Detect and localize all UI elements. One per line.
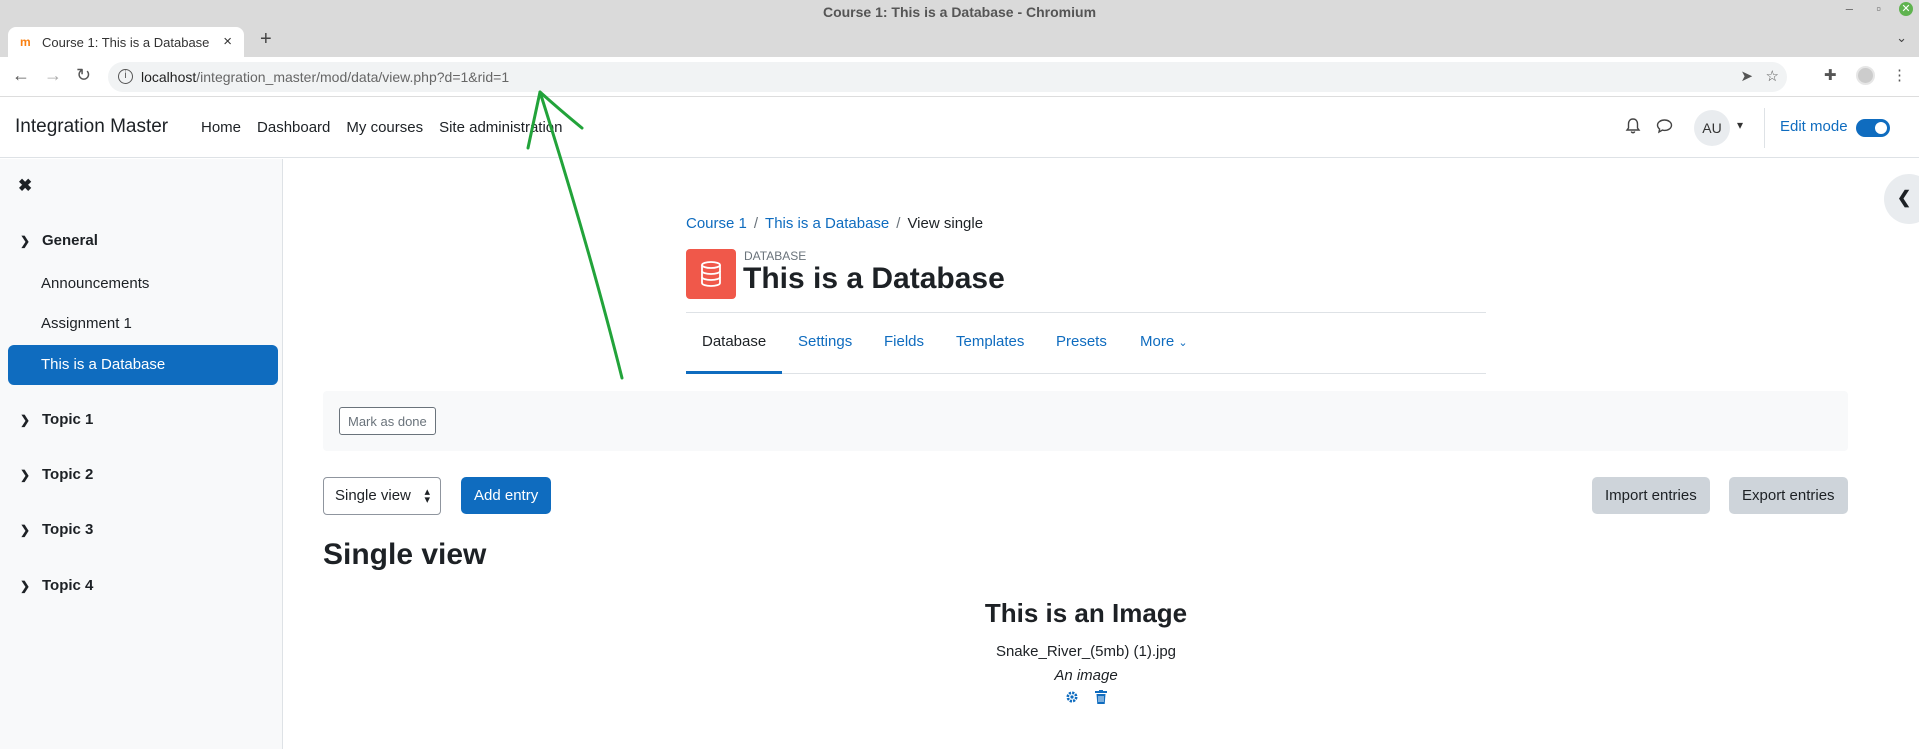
site-brand[interactable]: Integration Master bbox=[15, 116, 168, 138]
bookmark-star-icon[interactable]: ☆ bbox=[1766, 67, 1779, 85]
active-tab-indicator bbox=[686, 371, 782, 374]
tab-search-chevron-icon[interactable]: ⌄ bbox=[1896, 30, 1907, 46]
site-info-icon[interactable]: i bbox=[118, 69, 133, 84]
section-topic-2[interactable]: ❯ Topic 2 bbox=[20, 466, 93, 483]
chevron-down-icon[interactable]: ❯ bbox=[20, 579, 42, 593]
chevron-down-icon[interactable]: ❯ bbox=[20, 413, 42, 427]
section-topic-1[interactable]: ❯ Topic 1 bbox=[20, 411, 93, 428]
site-navbar: Integration Master Home Dashboard My cou… bbox=[0, 98, 1919, 158]
chevron-down-icon: ⌄ bbox=[1178, 337, 1188, 349]
nav-my-courses[interactable]: My courses bbox=[346, 119, 423, 136]
tab-presets[interactable]: Presets bbox=[1056, 333, 1107, 350]
reload-icon[interactable]: ↻ bbox=[76, 65, 91, 86]
restore-icon[interactable]: ▫ bbox=[1876, 1, 1881, 16]
forward-icon[interactable]: → bbox=[44, 65, 62, 86]
address-bar[interactable]: i localhost/integration_master/mod/data/… bbox=[108, 62, 1787, 92]
user-avatar[interactable]: AU bbox=[1694, 110, 1730, 146]
profile-icon[interactable] bbox=[1856, 66, 1875, 85]
sidebar-item-this-is-a-database[interactable]: This is a Database bbox=[8, 345, 278, 385]
send-tab-icon[interactable]: ➤ bbox=[1740, 67, 1753, 85]
page-title: This is a Database bbox=[743, 262, 1005, 295]
nav-dashboard[interactable]: Dashboard bbox=[257, 119, 330, 136]
section-heading: Single view bbox=[323, 538, 487, 571]
new-tab-icon[interactable]: + bbox=[260, 28, 272, 51]
tab-database[interactable]: Database bbox=[702, 333, 766, 350]
extensions-icon[interactable]: ✚ bbox=[1824, 66, 1837, 84]
section-topic-4[interactable]: ❯ Topic 4 bbox=[20, 577, 93, 594]
breadcrumb: Course 1 / This is a Database / View single bbox=[686, 215, 983, 232]
user-menu-chevron-down-icon[interactable]: ▾ bbox=[1737, 118, 1743, 132]
breadcrumb-separator: / bbox=[753, 215, 759, 232]
section-general[interactable]: ❯ General bbox=[20, 232, 98, 249]
close-window-icon[interactable]: ✕ bbox=[1899, 2, 1913, 16]
add-entry-button[interactable]: Add entry bbox=[461, 477, 552, 514]
messages-icon[interactable] bbox=[1656, 118, 1673, 139]
section-topic-3[interactable]: ❯ Topic 3 bbox=[20, 521, 93, 538]
tab-templates[interactable]: Templates bbox=[956, 333, 1024, 350]
navbar-divider bbox=[1764, 108, 1765, 148]
edit-mode-label: Edit mode bbox=[1780, 118, 1848, 135]
edit-mode-toggle[interactable] bbox=[1856, 119, 1890, 137]
tab-more[interactable]: More ⌄ bbox=[1140, 333, 1188, 350]
back-icon[interactable]: ← bbox=[12, 65, 30, 86]
minimize-icon[interactable]: – bbox=[1846, 1, 1853, 16]
url-text[interactable]: localhost/integration_master/mod/data/vi… bbox=[141, 69, 509, 85]
window-title: Course 1: This is a Database - Chromium bbox=[822, 4, 1097, 20]
nav-site-administration[interactable]: Site administration bbox=[439, 119, 562, 136]
notification-bell-icon[interactable] bbox=[1625, 118, 1641, 140]
breadcrumb-view-single: View single bbox=[907, 215, 984, 232]
activity-completion-bar: Mark as done bbox=[323, 391, 1848, 451]
module-type-label: DATABASE bbox=[744, 249, 807, 263]
entry-file-name[interactable]: Snake_River_(5mb) (1).jpg bbox=[686, 643, 1486, 660]
primary-navigation: Home Dashboard My courses Site administr… bbox=[201, 119, 579, 136]
export-entries-button[interactable]: Export entries bbox=[1729, 477, 1848, 514]
chevron-left-icon: ❮ bbox=[1897, 188, 1912, 207]
entry-actions bbox=[686, 690, 1486, 708]
chevron-down-icon[interactable]: ❯ bbox=[20, 523, 42, 537]
course-index-drawer: ✖ ❯ General Announcements Assignment 1 Th… bbox=[0, 159, 283, 749]
chevron-down-icon[interactable]: ❯ bbox=[20, 234, 42, 248]
select-arrows-icon: ▴ ▾ bbox=[424, 486, 430, 506]
entry-description: An image bbox=[1054, 667, 1118, 684]
tab-fields[interactable]: Fields bbox=[884, 333, 924, 350]
block-drawer-toggle[interactable]: ❮ bbox=[1884, 174, 1919, 224]
database-module-icon bbox=[686, 249, 736, 299]
address-row: ← → ↻ i localhost/integration_master/mod… bbox=[0, 57, 1919, 97]
mark-as-done-button[interactable]: Mark as done bbox=[339, 407, 436, 435]
browser-menu-icon[interactable]: ⋮ bbox=[1892, 66, 1907, 84]
sidebar-item-announcements[interactable]: Announcements bbox=[41, 275, 149, 292]
close-drawer-icon[interactable]: ✖ bbox=[18, 176, 32, 196]
browser-tab[interactable]: m Course 1: This is a Database × bbox=[8, 27, 244, 57]
trash-icon[interactable] bbox=[1095, 690, 1108, 707]
moodle-favicon-icon: m bbox=[20, 35, 31, 49]
view-select[interactable]: Single view ▴ ▾ bbox=[323, 477, 441, 515]
breadcrumb-separator: / bbox=[896, 215, 901, 232]
breadcrumb-this-is-a-database[interactable]: This is a Database bbox=[765, 215, 889, 232]
tab-strip: m Course 1: This is a Database × + ⌄ bbox=[0, 24, 1919, 57]
sidebar-item-assignment-1[interactable]: Assignment 1 bbox=[41, 315, 132, 332]
tab-title: Course 1: This is a Database bbox=[42, 35, 210, 50]
chevron-down-icon[interactable]: ❯ bbox=[20, 468, 42, 482]
secondary-navigation: Database Settings Fields Templates Prese… bbox=[686, 312, 1486, 374]
nav-home[interactable]: Home bbox=[201, 119, 241, 136]
tab-settings[interactable]: Settings bbox=[798, 333, 852, 350]
window-titlebar: Course 1: This is a Database - Chromium … bbox=[0, 0, 1919, 24]
breadcrumb-course-1[interactable]: Course 1 bbox=[686, 215, 747, 232]
tab-close-icon[interactable]: × bbox=[223, 33, 232, 50]
gear-icon[interactable] bbox=[1065, 690, 1079, 707]
import-entries-button[interactable]: Import entries bbox=[1592, 477, 1710, 514]
entry-title: This is an Image bbox=[984, 598, 1188, 628]
